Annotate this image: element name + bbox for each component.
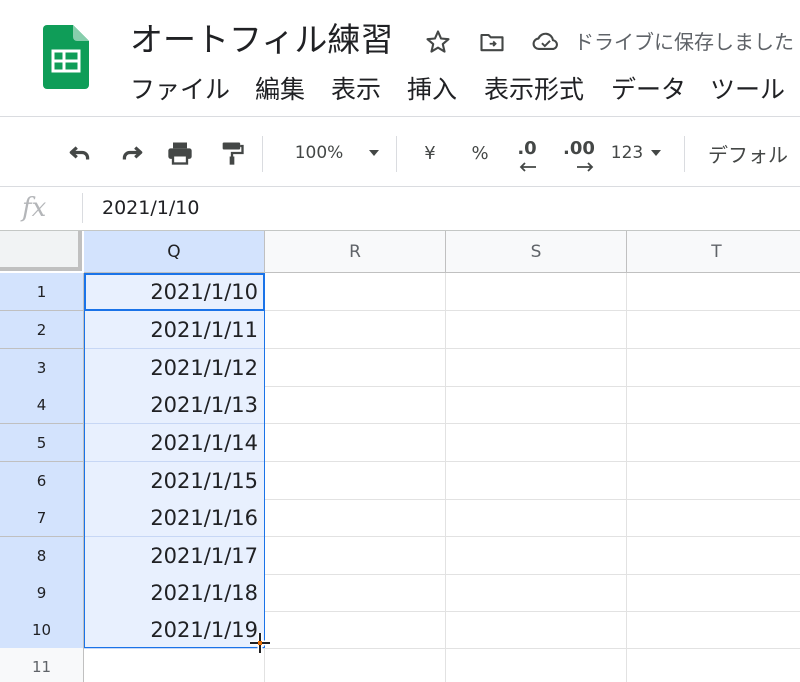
cell-q8[interactable]: 2021/1/17	[84, 537, 265, 575]
cell-q2[interactable]: 2021/1/11	[84, 311, 265, 349]
more-formats-dropdown-icon[interactable]	[648, 136, 664, 170]
font-family-select[interactable]: デフォル	[708, 136, 800, 170]
increase-decimal-label: .00	[563, 138, 595, 159]
zoom-dropdown-icon[interactable]	[364, 136, 384, 170]
column-header-s[interactable]: S	[446, 231, 627, 273]
document-title[interactable]: オートフィル練習	[130, 18, 393, 62]
fx-icon: fx	[22, 193, 47, 223]
cell-s5[interactable]	[446, 424, 627, 462]
formula-separator	[82, 193, 83, 223]
decrease-decimal-button[interactable]: .0	[507, 136, 547, 176]
toolbar-separator	[262, 136, 263, 172]
move-folder-icon[interactable]	[476, 26, 508, 58]
cell-r8[interactable]	[265, 537, 446, 575]
cell-q11[interactable]	[84, 648, 265, 682]
print-icon[interactable]	[162, 136, 198, 170]
cell-r5[interactable]	[265, 424, 446, 462]
cell-t4[interactable]	[627, 386, 800, 424]
cell-t3[interactable]	[627, 349, 800, 387]
cell-r6[interactable]	[265, 462, 446, 500]
cell-s3[interactable]	[446, 349, 627, 387]
row-header-11[interactable]: 11	[0, 648, 84, 682]
column-header-t[interactable]: T	[627, 231, 800, 273]
paint-format-icon[interactable]	[214, 136, 250, 170]
cell-s9[interactable]	[446, 574, 627, 612]
decrease-decimal-label: .0	[517, 138, 537, 159]
menu-tools[interactable]: ツール	[710, 72, 785, 108]
cell-t2[interactable]	[627, 311, 800, 349]
toolbar-separator	[396, 136, 397, 172]
toolbar-divider	[0, 186, 800, 187]
cell-s2[interactable]	[446, 311, 627, 349]
cell-t9[interactable]	[627, 574, 800, 612]
cell-s6[interactable]	[446, 462, 627, 500]
cell-q6[interactable]: 2021/1/15	[84, 462, 265, 500]
cell-t10[interactable]	[627, 611, 800, 649]
cell-r10[interactable]	[265, 611, 446, 649]
cell-t6[interactable]	[627, 462, 800, 500]
select-all-corner[interactable]	[0, 231, 82, 271]
row-header-6[interactable]: 6	[0, 462, 84, 500]
row-header-9[interactable]: 9	[0, 574, 84, 612]
cell-s4[interactable]	[446, 386, 627, 424]
star-icon[interactable]	[422, 26, 454, 58]
column-header-r[interactable]: R	[265, 231, 446, 273]
cell-t11[interactable]	[627, 648, 800, 682]
cell-r11[interactable]	[265, 648, 446, 682]
toolbar-separator	[684, 136, 685, 172]
zoom-value[interactable]: 100%	[284, 136, 354, 170]
increase-decimal-button[interactable]: .00	[556, 136, 602, 176]
menu-data[interactable]: データ	[611, 72, 686, 108]
formula-input[interactable]: 2021/1/10	[102, 194, 199, 222]
cell-q9[interactable]: 2021/1/18	[84, 574, 265, 612]
spreadsheet-grid[interactable]: QRST 1 2 3 4 5 6 7 8 9 10 11 2021/1/10 2021/1/11 202…	[0, 231, 800, 682]
currency-format-button[interactable]: ¥	[416, 136, 444, 170]
cell-q7[interactable]: 2021/1/16	[84, 499, 265, 537]
row-header-5[interactable]: 5	[0, 424, 84, 462]
cell-s11[interactable]	[446, 648, 627, 682]
cell-t8[interactable]	[627, 537, 800, 575]
cell-q4[interactable]: 2021/1/13	[84, 386, 265, 424]
cloud-saved-icon[interactable]	[530, 26, 562, 58]
column-header-q[interactable]: Q	[84, 231, 265, 273]
row-header-10[interactable]: 10	[0, 611, 84, 649]
menu-file[interactable]: ファイル	[130, 72, 230, 108]
redo-icon[interactable]	[114, 136, 150, 170]
cell-q1[interactable]: 2021/1/10	[84, 273, 265, 311]
menu-divider	[0, 116, 800, 117]
row-header-8[interactable]: 8	[0, 537, 84, 575]
cell-t1[interactable]	[627, 273, 800, 311]
row-header-1[interactable]: 1	[0, 273, 84, 311]
cell-r9[interactable]	[265, 574, 446, 612]
cell-t7[interactable]	[627, 499, 800, 537]
cell-r1[interactable]	[265, 273, 446, 311]
row-header-2[interactable]: 2	[0, 311, 84, 349]
cell-s1[interactable]	[446, 273, 627, 311]
percent-format-button[interactable]: %	[466, 136, 494, 170]
cell-q5[interactable]: 2021/1/14	[84, 424, 265, 462]
cell-s7[interactable]	[446, 499, 627, 537]
undo-icon[interactable]	[62, 136, 98, 170]
cell-r3[interactable]	[265, 349, 446, 387]
cell-r2[interactable]	[265, 311, 446, 349]
more-formats-button[interactable]: 123	[608, 136, 646, 170]
row-header-4[interactable]: 4	[0, 386, 84, 424]
cell-s8[interactable]	[446, 537, 627, 575]
cell-r4[interactable]	[265, 386, 446, 424]
row-header-7[interactable]: 7	[0, 499, 84, 537]
arrow-left-icon	[519, 162, 536, 172]
sheets-logo-icon[interactable]	[43, 25, 89, 89]
cell-q3[interactable]: 2021/1/12	[84, 349, 265, 387]
cell-t5[interactable]	[627, 424, 800, 462]
menu-insert[interactable]: 挿入	[407, 72, 457, 108]
row-header-3[interactable]: 3	[0, 349, 84, 387]
menu-format[interactable]: 表示形式	[484, 72, 584, 108]
arrow-right-icon	[577, 162, 594, 172]
cell-q10[interactable]: 2021/1/19	[84, 611, 265, 649]
cell-s10[interactable]	[446, 611, 627, 649]
menu-edit[interactable]: 編集	[255, 72, 305, 108]
menu-view[interactable]: 表示	[331, 72, 381, 108]
cell-r7[interactable]	[265, 499, 446, 537]
save-status: ドライブに保存しました	[574, 30, 794, 54]
